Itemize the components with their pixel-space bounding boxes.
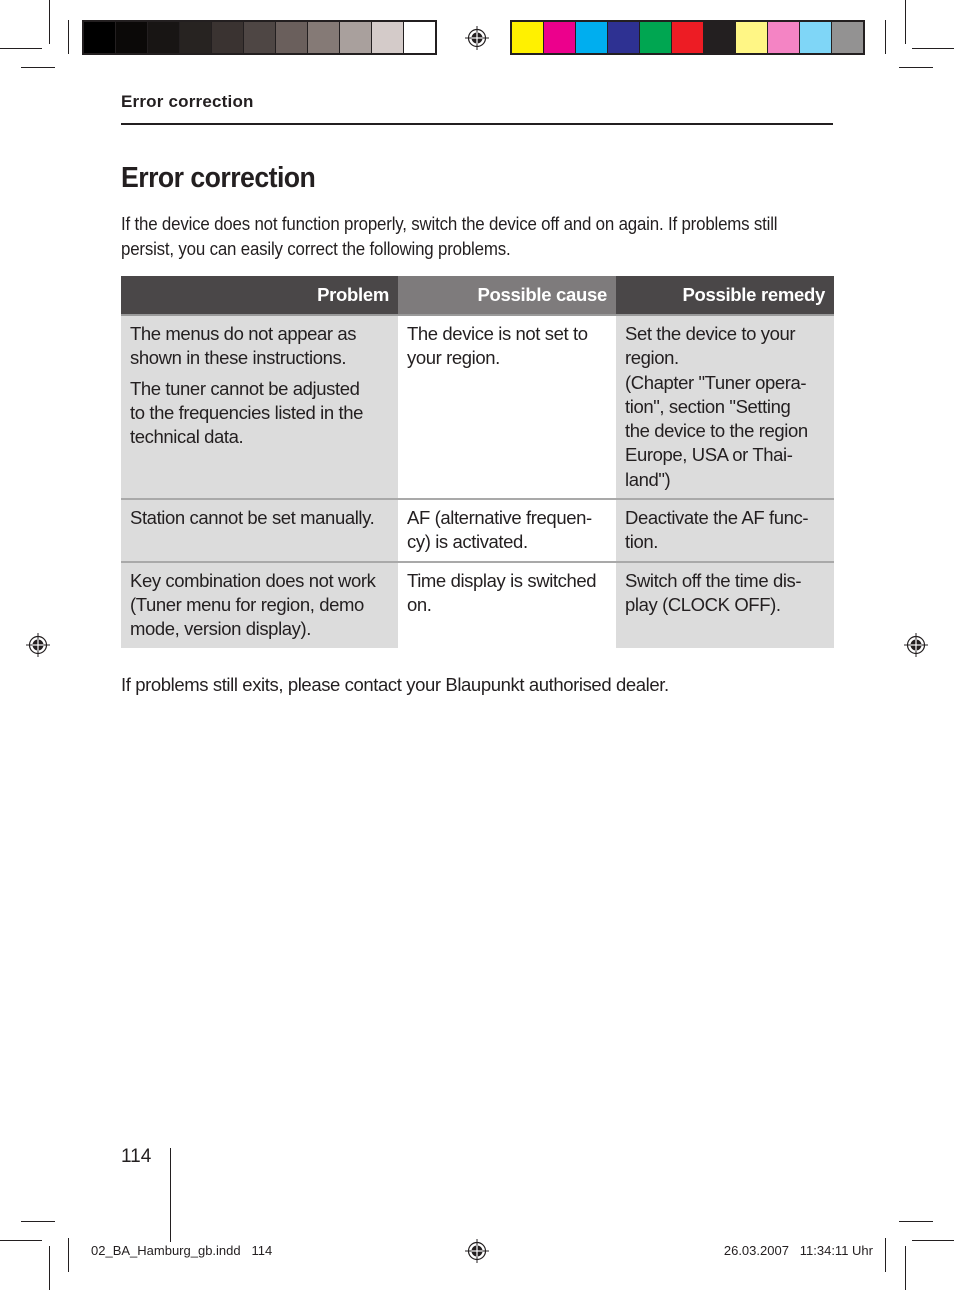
crop-mark bbox=[899, 67, 933, 68]
table-row: Key combination does not work (Tuner men… bbox=[121, 561, 834, 648]
remedy-cell: Set the device to your region. (Chapter … bbox=[616, 315, 834, 501]
problem-text: Key combination does not work (Tuner men… bbox=[130, 569, 376, 640]
slug-timestamp: 26.03.2007 11:34:11 Uhr bbox=[723, 1243, 873, 1258]
crop-mark bbox=[49, 0, 50, 44]
crop-mark bbox=[905, 0, 906, 44]
registration-mark-icon bbox=[26, 633, 50, 657]
color-swatch bbox=[180, 22, 211, 53]
color-swatch bbox=[512, 22, 543, 53]
color-swatch bbox=[576, 22, 607, 53]
troubleshooting-table: Problem Possible cause Possible remedy T… bbox=[121, 276, 834, 648]
cause-cell: Time display is switched on. bbox=[398, 561, 616, 648]
crop-mark bbox=[49, 1246, 50, 1290]
color-swatch bbox=[672, 22, 703, 53]
problem-cell: The menus do not appear as shown in thes… bbox=[121, 315, 398, 501]
column-header-cause: Possible cause bbox=[398, 276, 616, 316]
table-row: Station cannot be set manually. AF (alte… bbox=[121, 499, 834, 563]
color-swatch bbox=[340, 22, 371, 53]
color-swatch bbox=[704, 22, 735, 53]
grayscale-color-bar bbox=[82, 20, 437, 55]
problem-text: Station cannot be set manually. bbox=[130, 507, 375, 529]
crop-mark bbox=[68, 20, 69, 54]
color-swatch bbox=[608, 22, 639, 53]
header-rule bbox=[121, 123, 833, 125]
closing-note: If problems still exits, please contact … bbox=[121, 674, 669, 695]
color-swatch bbox=[212, 22, 243, 53]
color-swatch bbox=[116, 22, 147, 53]
crop-mark bbox=[912, 1240, 954, 1241]
cause-cell: AF (alternative frequen- cy) is activate… bbox=[398, 499, 616, 563]
crop-mark bbox=[68, 1238, 69, 1272]
color-swatch bbox=[308, 22, 339, 53]
problem-text: The tuner cannot be adjusted to the freq… bbox=[130, 377, 363, 448]
color-swatch bbox=[404, 22, 435, 53]
crop-mark bbox=[21, 67, 55, 68]
color-swatch bbox=[736, 22, 767, 53]
crop-mark bbox=[899, 1221, 933, 1222]
folio-rule bbox=[170, 1148, 171, 1242]
problem-cell: Station cannot be set manually. bbox=[121, 499, 398, 563]
cause-cell: The device is not set to your region. bbox=[398, 315, 616, 501]
color-swatch bbox=[148, 22, 179, 53]
registration-mark-icon bbox=[904, 633, 928, 657]
cause-text: The device is not set to your region. bbox=[407, 323, 588, 369]
remedy-text: Set the device to your region. (Chapter … bbox=[625, 323, 808, 490]
problem-text: The menus do not appear as shown in thes… bbox=[130, 323, 357, 369]
color-swatch bbox=[800, 22, 831, 53]
cause-text: AF (alternative frequen- cy) is activate… bbox=[407, 507, 592, 553]
color-swatch bbox=[544, 22, 575, 53]
intro-paragraph: If the device does not function properly… bbox=[121, 213, 778, 259]
table-row: The menus do not appear as shown in thes… bbox=[121, 315, 834, 501]
color-swatch bbox=[84, 22, 115, 53]
process-color-bar bbox=[510, 20, 865, 55]
crop-mark bbox=[912, 48, 954, 49]
remedy-cell: Deactivate the AF func- tion. bbox=[616, 499, 834, 563]
crop-mark bbox=[0, 48, 42, 49]
cause-text: Time display is switched on. bbox=[407, 569, 597, 615]
table-header-row: Problem Possible cause Possible remedy bbox=[121, 276, 834, 316]
crop-mark bbox=[885, 1238, 886, 1272]
color-swatch bbox=[372, 22, 403, 53]
registration-mark-icon bbox=[465, 1239, 489, 1263]
slug-filename: 02_BA_Hamburg_gb.indd 114 bbox=[91, 1243, 273, 1258]
running-head: Error correction bbox=[121, 92, 254, 111]
remedy-text: Deactivate the AF func- tion. bbox=[625, 507, 809, 553]
color-swatch bbox=[244, 22, 275, 53]
color-swatch bbox=[640, 22, 671, 53]
column-header-problem: Problem bbox=[121, 276, 398, 316]
crop-mark bbox=[885, 20, 886, 54]
page-title: Error correction bbox=[121, 162, 316, 194]
problem-cell: Key combination does not work (Tuner men… bbox=[121, 561, 398, 648]
registration-mark-icon bbox=[465, 26, 489, 50]
crop-mark bbox=[905, 1246, 906, 1290]
color-swatch bbox=[768, 22, 799, 53]
remedy-cell: Switch off the time dis- play (CLOCK OFF… bbox=[616, 561, 834, 648]
color-swatch bbox=[276, 22, 307, 53]
crop-mark bbox=[0, 1240, 42, 1241]
page-number: 114 bbox=[121, 1146, 152, 1167]
color-swatch bbox=[832, 22, 863, 53]
remedy-text: Switch off the time dis- play (CLOCK OFF… bbox=[625, 569, 802, 615]
crop-mark bbox=[21, 1221, 55, 1222]
column-header-remedy: Possible remedy bbox=[616, 276, 834, 316]
